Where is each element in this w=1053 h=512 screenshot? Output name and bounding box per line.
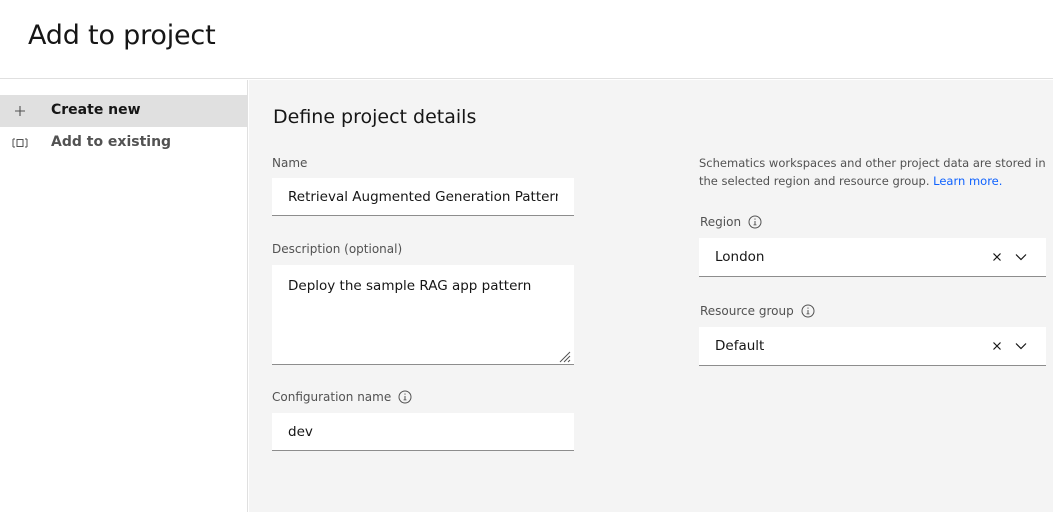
description-label-text: Description (optional) [272,242,403,256]
resize-handle-icon[interactable] [557,349,571,363]
nav-item-label: Add to existing [51,134,172,150]
config-name-input[interactable] [272,413,574,451]
region-label: Region [700,215,762,229]
modal-header: Add to project [0,0,1053,79]
section-title: Define project details [273,106,477,128]
info-icon[interactable] [398,390,412,404]
chevron-down-icon[interactable] [1012,248,1030,266]
folder-add-icon [12,134,28,152]
resource-group-label: Resource group [700,304,815,318]
name-label: Name [272,156,307,170]
nav-item-create-new[interactable]: Create new [0,95,248,127]
clear-region-icon[interactable] [988,248,1006,266]
info-icon[interactable] [748,215,762,229]
side-nav: Create new Add to existing [0,80,248,512]
resource-group-label-text: Resource group [700,304,794,318]
description-textarea[interactable]: Deploy the sample RAG app pattern [272,265,574,365]
name-input[interactable] [272,178,574,216]
description-label: Description (optional) [272,242,402,256]
nav-item-label: Create new [51,102,141,118]
clear-resource-group-icon[interactable] [988,337,1006,355]
modal-title: Add to project [28,20,216,51]
learn-more-link[interactable]: Learn more. [933,174,1002,188]
nav-item-add-to-existing[interactable]: Add to existing [0,127,248,159]
plus-icon [12,102,28,120]
region-select[interactable]: London [699,238,1046,277]
resource-group-selected-value: Default [715,338,765,354]
info-icon[interactable] [801,304,815,318]
region-label-text: Region [700,215,742,229]
chevron-down-icon[interactable] [1012,337,1030,355]
resource-group-select[interactable]: Default [699,327,1046,366]
config-name-label-text: Configuration name [272,390,392,404]
project-details-panel: Define project details Name Description … [249,80,1053,512]
name-label-text: Name [272,156,308,170]
config-name-label: Configuration name [272,390,412,404]
region-selected-value: London [715,249,765,265]
storage-helper-text: Schematics workspaces and other project … [699,154,1051,190]
